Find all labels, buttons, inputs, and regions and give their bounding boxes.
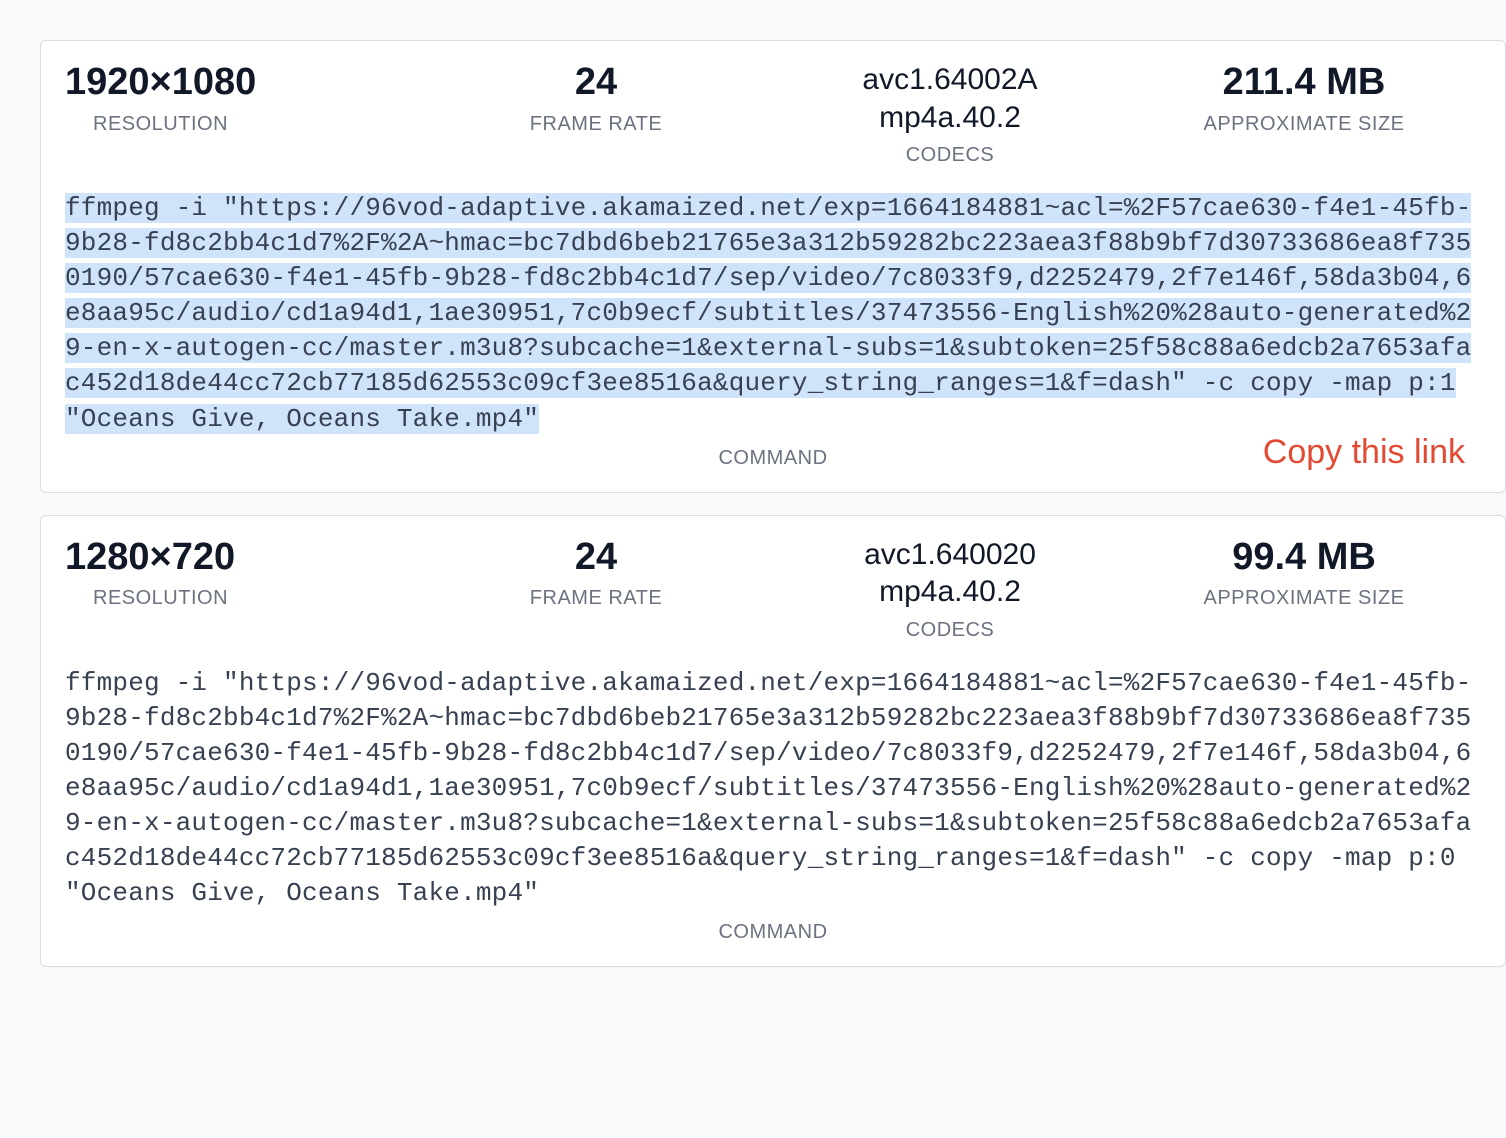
command-wrap: ffmpeg -i "https://96vod-adaptive.akamai… xyxy=(65,666,1481,912)
codec-audio-value: mp4a.40.2 xyxy=(879,573,1021,611)
approx-size-value: 211.4 MB xyxy=(1127,61,1481,105)
approx-size-value: 99.4 MB xyxy=(1127,536,1481,580)
codecs-label: CODECS xyxy=(773,619,1127,642)
resolution-label: RESOLUTION xyxy=(65,587,419,610)
codec-video-value: avc1.640020 xyxy=(864,536,1036,574)
codecs-label: CODECS xyxy=(773,144,1127,167)
command-label: COMMAND xyxy=(65,447,1481,470)
frame-rate-label: FRAME RATE xyxy=(419,587,773,610)
stats-row: 1280×720 RESOLUTION 24 FRAME RATE avc1.6… xyxy=(65,536,1481,642)
stats-row: 1920×1080 RESOLUTION 24 FRAME RATE avc1.… xyxy=(65,61,1481,167)
stat-approx-size: 99.4 MB APPROXIMATE SIZE xyxy=(1127,536,1481,611)
stat-approx-size: 211.4 MB APPROXIMATE SIZE xyxy=(1127,61,1481,136)
resolution-value: 1920×1080 xyxy=(65,61,419,105)
stat-frame-rate: 24 FRAME RATE xyxy=(419,61,773,136)
stat-codecs: avc1.640020 mp4a.40.2 CODECS xyxy=(773,536,1127,642)
command-text[interactable]: ffmpeg -i "https://96vod-adaptive.akamai… xyxy=(65,668,1471,909)
stat-resolution: 1920×1080 RESOLUTION xyxy=(65,61,419,136)
stat-codecs: avc1.64002A mp4a.40.2 CODECS xyxy=(773,61,1127,167)
resolution-label: RESOLUTION xyxy=(65,113,419,136)
codec-audio-value: mp4a.40.2 xyxy=(879,99,1021,137)
command-label: COMMAND xyxy=(65,921,1481,944)
variant-card: 1920×1080 RESOLUTION 24 FRAME RATE avc1.… xyxy=(40,40,1506,493)
stat-resolution: 1280×720 RESOLUTION xyxy=(65,536,419,611)
frame-rate-label: FRAME RATE xyxy=(419,113,773,136)
resolution-value: 1280×720 xyxy=(65,536,419,580)
approx-size-label: APPROXIMATE SIZE xyxy=(1127,587,1481,610)
codec-video-value: avc1.64002A xyxy=(862,61,1037,99)
approx-size-label: APPROXIMATE SIZE xyxy=(1127,113,1481,136)
command-wrap: ffmpeg -i "https://96vod-adaptive.akamai… xyxy=(65,191,1481,437)
frame-rate-value: 24 xyxy=(419,536,773,580)
variant-card: 1280×720 RESOLUTION 24 FRAME RATE avc1.6… xyxy=(40,515,1506,968)
stat-frame-rate: 24 FRAME RATE xyxy=(419,536,773,611)
command-text[interactable]: ffmpeg -i "https://96vod-adaptive.akamai… xyxy=(65,193,1471,434)
frame-rate-value: 24 xyxy=(419,61,773,105)
